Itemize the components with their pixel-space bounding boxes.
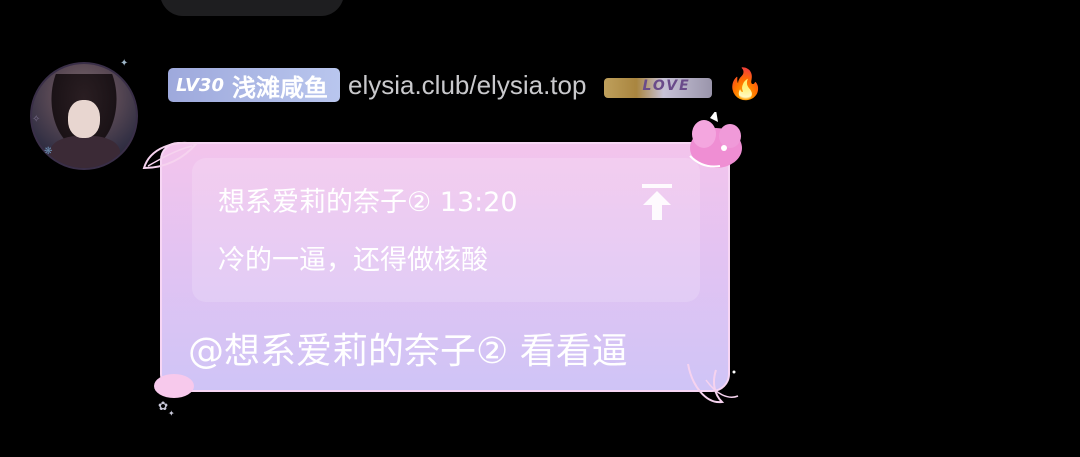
nickname: 浅滩咸鱼 [231,73,328,102]
level-label: LV30 [176,74,224,96]
quote-text: 冷的一逼，还得做核酸 [218,245,488,276]
scroll-to-source-icon[interactable] [640,184,674,220]
message-text: @想系爱莉的奈子② 看看逼 [188,331,628,372]
sparkle-icon: ✧ [32,114,41,125]
tail-deco-icon [687,363,739,404]
unicorn-deco-icon [689,112,742,168]
leaf-deco-icon [142,142,198,170]
reply-quote[interactable]: 想系爱莉的奈子② 13:20 冷的一逼，还得做核酸 [192,158,700,302]
svg-text:✦: ✦ [168,409,175,418]
quote-header: 想系爱莉的奈子② 13:20 [218,187,518,218]
avatar[interactable]: ✦ ❋ ✧ [30,58,138,170]
name-badge[interactable]: LV30 浅滩咸鱼 [168,68,340,102]
top-partial-bubble [160,0,344,16]
sparkle-icon: ✦ [120,58,129,69]
love-tag-icon: LOVE [600,68,718,102]
svg-text:✿: ✿ [158,399,168,413]
cloud-deco-icon: ✿ ✦ [154,374,194,418]
sparkle-icon: ❋ [44,146,53,157]
love-tag-label: LOVE [642,78,691,94]
fire-icon: 🔥 [726,67,764,102]
sender-row: LV30 浅滩咸鱼 elysia.club/elysia.top LOVE 🔥 [168,68,764,102]
member-title: elysia.club/elysia.top [347,69,587,100]
message-bubble[interactable]: 想系爱莉的奈子② 13:20 冷的一逼，还得做核酸 @想系爱莉的奈子② 看看逼 [160,142,730,392]
